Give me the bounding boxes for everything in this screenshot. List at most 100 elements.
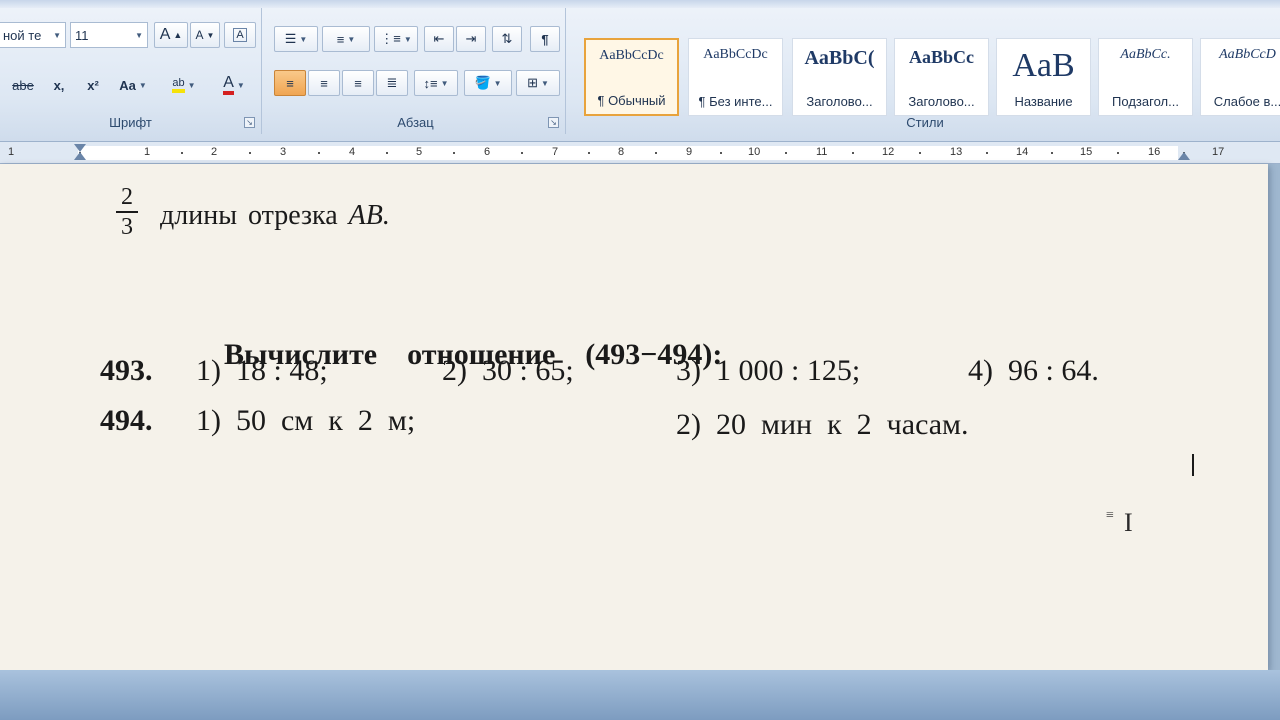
style-name: ¶ Обычный bbox=[597, 93, 666, 108]
ruler-tick bbox=[317, 152, 320, 154]
font-group: ной те ▼ 11 ▼ A ▲ A ▼ A abe x, x² Aa ▼ ab ▼ bbox=[0, 8, 262, 134]
line-spacing-icon: ↕≡ bbox=[423, 75, 438, 91]
segment-text: длины отрезка bbox=[160, 200, 338, 231]
ruler-number: 5 bbox=[416, 146, 423, 158]
ruler-number: 11 bbox=[816, 146, 828, 158]
ruler-tick bbox=[986, 152, 988, 154]
problem-number-494: 494. bbox=[100, 404, 153, 437]
bullet-list-icon: ☰ bbox=[284, 31, 297, 46]
style-card-0[interactable]: AaBbCcDc ¶ Обычный bbox=[584, 38, 679, 116]
style-sample: AaBbC( bbox=[804, 47, 875, 69]
justify-icon: ≣ bbox=[386, 75, 398, 90]
first-line-indent-marker[interactable] bbox=[74, 144, 86, 152]
line-spacing-button[interactable]: ↕≡ ▼ bbox=[414, 70, 458, 96]
ruler-tick bbox=[453, 152, 455, 154]
numbered-list-icon: ≡ bbox=[336, 31, 345, 47]
ribbon: ной те ▼ 11 ▼ A ▲ A ▼ A abe x, x² Aa ▼ ab ▼ bbox=[0, 0, 1280, 142]
style-card-6[interactable]: AaBbCcD Слабое в... bbox=[1200, 38, 1280, 116]
problem-493-item-1: 1) 18 : 48; bbox=[196, 354, 328, 387]
subscript-button[interactable]: x, bbox=[44, 72, 74, 98]
fraction-numerator: 2 bbox=[121, 184, 133, 210]
strikethrough-button[interactable]: abe bbox=[6, 72, 40, 98]
style-name: Слабое в... bbox=[1213, 94, 1280, 109]
ruler-number: 4 bbox=[349, 146, 356, 158]
segment-variable: AB. bbox=[348, 200, 390, 231]
font-name-combo[interactable]: ной те ▼ bbox=[0, 22, 66, 48]
font-size-combo[interactable]: 11 ▼ bbox=[70, 22, 148, 48]
numbering-button[interactable]: ≡ ▼ bbox=[322, 26, 370, 52]
ruler-tick bbox=[521, 152, 523, 154]
align-left-button[interactable]: ≡ bbox=[274, 70, 306, 96]
align-left-icon: ≡ bbox=[286, 75, 294, 91]
style-name: Заголово... bbox=[908, 94, 975, 109]
style-card-1[interactable]: AaBbCcDc ¶ Без инте... bbox=[688, 38, 783, 116]
problem-number-493: 493. bbox=[100, 354, 153, 387]
ruler-number: 14 bbox=[1016, 146, 1029, 158]
font-color-button[interactable]: A ▼ bbox=[210, 72, 258, 98]
ruler-number: 1 bbox=[144, 146, 151, 158]
ruler-number: 7 bbox=[552, 146, 559, 158]
highlight-icon: ab bbox=[172, 77, 185, 93]
align-right-button[interactable]: ≡ bbox=[342, 70, 374, 96]
ruler-tick bbox=[588, 152, 590, 154]
font-color-icon: A bbox=[223, 75, 234, 95]
ruler-number: 2 bbox=[211, 146, 218, 158]
horizontal-ruler[interactable]: 1 1 2 3 4 5 6 7 8 9 10 11 12 13 14 15 16 17 bbox=[0, 142, 1280, 164]
fraction-bar bbox=[116, 211, 138, 213]
fraction-two-thirds: 2 3 bbox=[116, 184, 138, 240]
paragraph-group-label: Абзац bbox=[397, 115, 434, 130]
style-card-3[interactable]: AaBbCc Заголово... bbox=[894, 38, 989, 116]
ruler-tick bbox=[385, 152, 388, 154]
borders-button[interactable]: ⊞ ▼ bbox=[516, 70, 560, 96]
superscript-button[interactable]: x² bbox=[78, 72, 108, 98]
font-name-value: ной те bbox=[3, 27, 42, 43]
pilcrow-icon: ¶ bbox=[541, 31, 549, 47]
grow-font-button[interactable]: A ▲ bbox=[154, 22, 188, 48]
fraction-denominator: 3 bbox=[121, 214, 133, 240]
style-sample: AaBbCc bbox=[908, 47, 974, 67]
decrease-indent-button[interactable]: ⇤ bbox=[424, 26, 454, 52]
left-indent-marker[interactable] bbox=[74, 152, 86, 160]
problem-493-item-2: 2) 30 : 65; bbox=[442, 354, 574, 387]
show-marks-button[interactable]: ¶ bbox=[530, 26, 560, 52]
bullets-button[interactable]: ☰ ▼ bbox=[274, 26, 318, 52]
style-card-2[interactable]: AaBbC( Заголово... bbox=[792, 38, 887, 116]
style-card-4[interactable]: AaB Название bbox=[996, 38, 1091, 116]
shading-button[interactable]: 🪣 ▼ bbox=[464, 70, 512, 96]
sort-button[interactable]: ⇅ bbox=[492, 26, 522, 52]
strikethrough-icon: abe bbox=[12, 77, 34, 93]
problem-494-item-2: 2) 20 мин к 2 часам. bbox=[676, 408, 969, 441]
justify-button[interactable]: ≣ bbox=[376, 70, 408, 96]
font-group-label: Шрифт bbox=[109, 115, 152, 130]
paragraph-mark-icon: ≡ bbox=[1106, 508, 1114, 523]
paragraph-dialog-launcher-icon[interactable]: ↘ bbox=[548, 117, 559, 128]
increase-indent-button[interactable]: ⇥ bbox=[456, 26, 486, 52]
shrink-font-button[interactable]: A ▼ bbox=[190, 22, 220, 48]
align-center-button[interactable]: ≡ bbox=[308, 70, 340, 96]
style-card-5[interactable]: AaBbCc. Подзагол... bbox=[1098, 38, 1193, 116]
ruler-tick bbox=[852, 152, 854, 154]
borders-icon: ⊞ bbox=[527, 75, 538, 90]
multilevel-list-icon: ⋮≡ bbox=[380, 31, 401, 46]
ruler-tick bbox=[180, 152, 183, 154]
ruler-tick bbox=[1051, 152, 1053, 154]
font-dialog-launcher-icon[interactable]: ↘ bbox=[244, 117, 255, 128]
style-name: ¶ Без инте... bbox=[698, 94, 773, 109]
right-indent-marker[interactable] bbox=[1178, 152, 1190, 160]
ribbon-top-strip bbox=[0, 0, 1280, 8]
clear-format-button[interactable]: A bbox=[224, 22, 256, 48]
style-sample: AaBbCc. bbox=[1120, 47, 1171, 62]
highlight-button[interactable]: ab ▼ bbox=[160, 72, 208, 98]
style-sample: AaBbCcDc bbox=[599, 48, 664, 63]
change-case-button[interactable]: Aa ▼ bbox=[112, 72, 154, 98]
document-page[interactable]: 2 3 длины отрезка AB. Вычислите отношени… bbox=[0, 164, 1268, 670]
style-sample: AaBbCcDc bbox=[703, 47, 768, 62]
ruler-text-area bbox=[78, 146, 1178, 160]
ruler-number: 10 bbox=[748, 146, 761, 158]
multilevel-list-button[interactable]: ⋮≡ ▼ bbox=[374, 26, 418, 52]
problem-493-item-3: 3) 1 000 : 125; bbox=[676, 354, 861, 387]
shrink-font-icon: A bbox=[195, 28, 204, 42]
change-case-icon: Aa bbox=[119, 77, 136, 93]
ruler-number: 13 bbox=[950, 146, 963, 158]
style-name: Заголово... bbox=[806, 94, 873, 109]
